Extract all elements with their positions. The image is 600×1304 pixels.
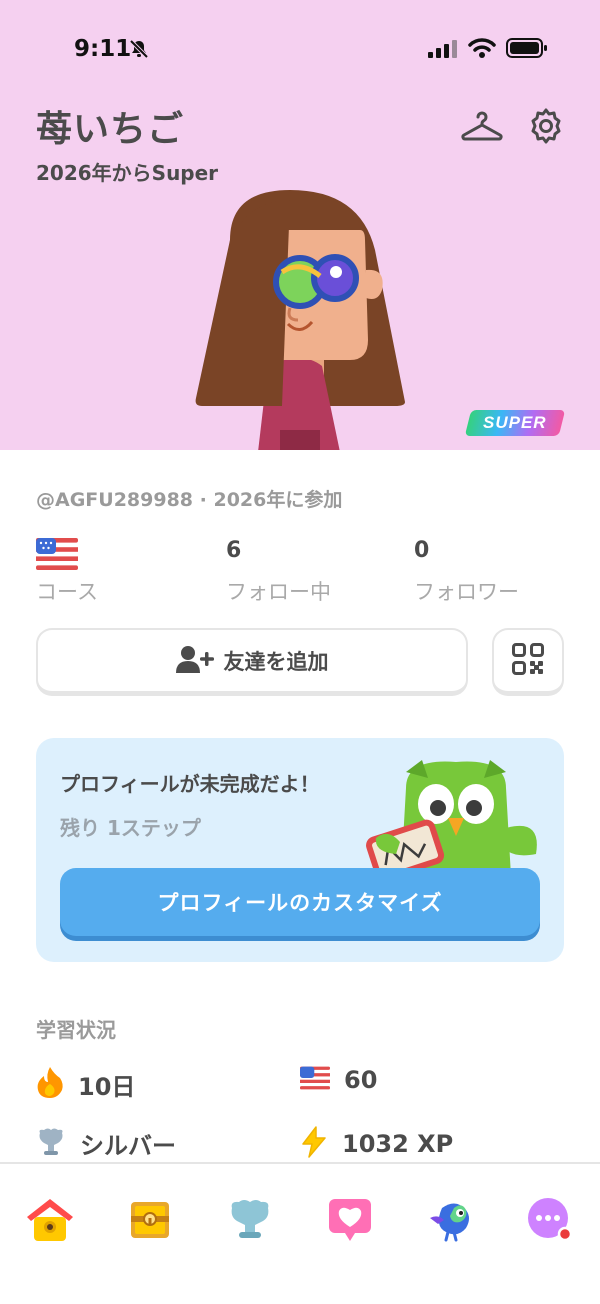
treasure-chest-icon	[129, 1200, 171, 1244]
add-person-icon	[175, 645, 214, 677]
profile-name: 苺いちご	[36, 109, 185, 150]
status-bar: 9:11	[0, 28, 600, 68]
followers-label: フォロワー	[414, 580, 519, 604]
battery-icon	[506, 38, 548, 62]
customize-profile-button[interactable]: プロフィールのカスタマイズ	[60, 868, 540, 936]
learning-section-header: 学習状況	[36, 1018, 116, 1042]
qr-code-button[interactable]	[492, 628, 564, 696]
customize-profile-label: プロフィールのカスタマイズ	[157, 891, 443, 915]
gear-icon[interactable]	[524, 104, 568, 148]
wifi-icon	[468, 37, 496, 63]
us-flag-icon	[36, 538, 98, 574]
home-icon	[25, 1197, 75, 1247]
status-time: 9:11	[74, 36, 132, 62]
tab-more[interactable]	[522, 1194, 578, 1250]
cellular-signal-icon	[428, 40, 458, 62]
bird-icon	[428, 1198, 476, 1246]
us-flag-icon	[300, 1066, 330, 1094]
tab-characters[interactable]	[424, 1194, 480, 1250]
stat-following[interactable]: 6 フォロー中	[226, 538, 331, 606]
streak-value: 10日	[78, 1072, 136, 1101]
add-friend-button[interactable]: 友達を追加	[36, 628, 468, 696]
following-label: フォロー中	[226, 580, 331, 604]
total-xp-stat: 1032 XP	[300, 1126, 453, 1162]
silver-trophy-icon	[36, 1127, 66, 1161]
bottom-tab-bar	[0, 1162, 600, 1304]
profile-header: 9:11 苺いちご 2026年からSuper SUPER	[0, 0, 600, 450]
add-friend-label: 友達を追加	[223, 649, 329, 674]
stat-course[interactable]: コース	[36, 538, 98, 606]
league-trophy-icon	[227, 1198, 273, 1246]
league-stat: シルバー	[36, 1126, 176, 1161]
course-xp-stat: 60	[300, 1066, 377, 1094]
hanger-icon[interactable]	[460, 104, 504, 148]
stat-followers[interactable]: 0 フォロワー	[414, 538, 519, 606]
heart-icon	[327, 1197, 373, 1247]
super-since-text: 2026年からSuper	[36, 161, 219, 185]
qr-code-icon	[512, 642, 544, 679]
course-xp-value: 60	[344, 1066, 378, 1094]
super-badge-label: SUPER	[483, 413, 547, 432]
league-value: シルバー	[80, 1132, 176, 1160]
avatar[interactable]	[190, 190, 420, 450]
stat-course-label: コース	[36, 580, 98, 604]
more-icon	[526, 1196, 574, 1248]
streak-stat: 10日	[36, 1066, 135, 1102]
tab-leagues[interactable]	[222, 1194, 278, 1250]
total-xp-value: 1032 XP	[342, 1130, 454, 1158]
bell-muted-icon	[128, 38, 150, 64]
tab-hearts[interactable]	[322, 1194, 378, 1250]
lightning-icon	[300, 1126, 328, 1162]
promo-title: プロフィールが未完成だよ！	[60, 772, 320, 796]
tab-quests[interactable]	[122, 1194, 178, 1250]
profile-completion-card: プロフィールが未完成だよ！ 残り 1ステップ プロフィールのカスタマイズ	[36, 738, 564, 962]
promo-subtitle: 残り 1ステップ	[60, 816, 201, 840]
tab-home[interactable]	[22, 1194, 78, 1250]
followers-count: 0	[414, 538, 430, 563]
username-join-line: @AGFU289988 · 2026年に参加	[36, 489, 343, 511]
super-badge: SUPER	[464, 410, 566, 436]
flame-icon	[36, 1066, 64, 1102]
following-count: 6	[226, 538, 242, 563]
